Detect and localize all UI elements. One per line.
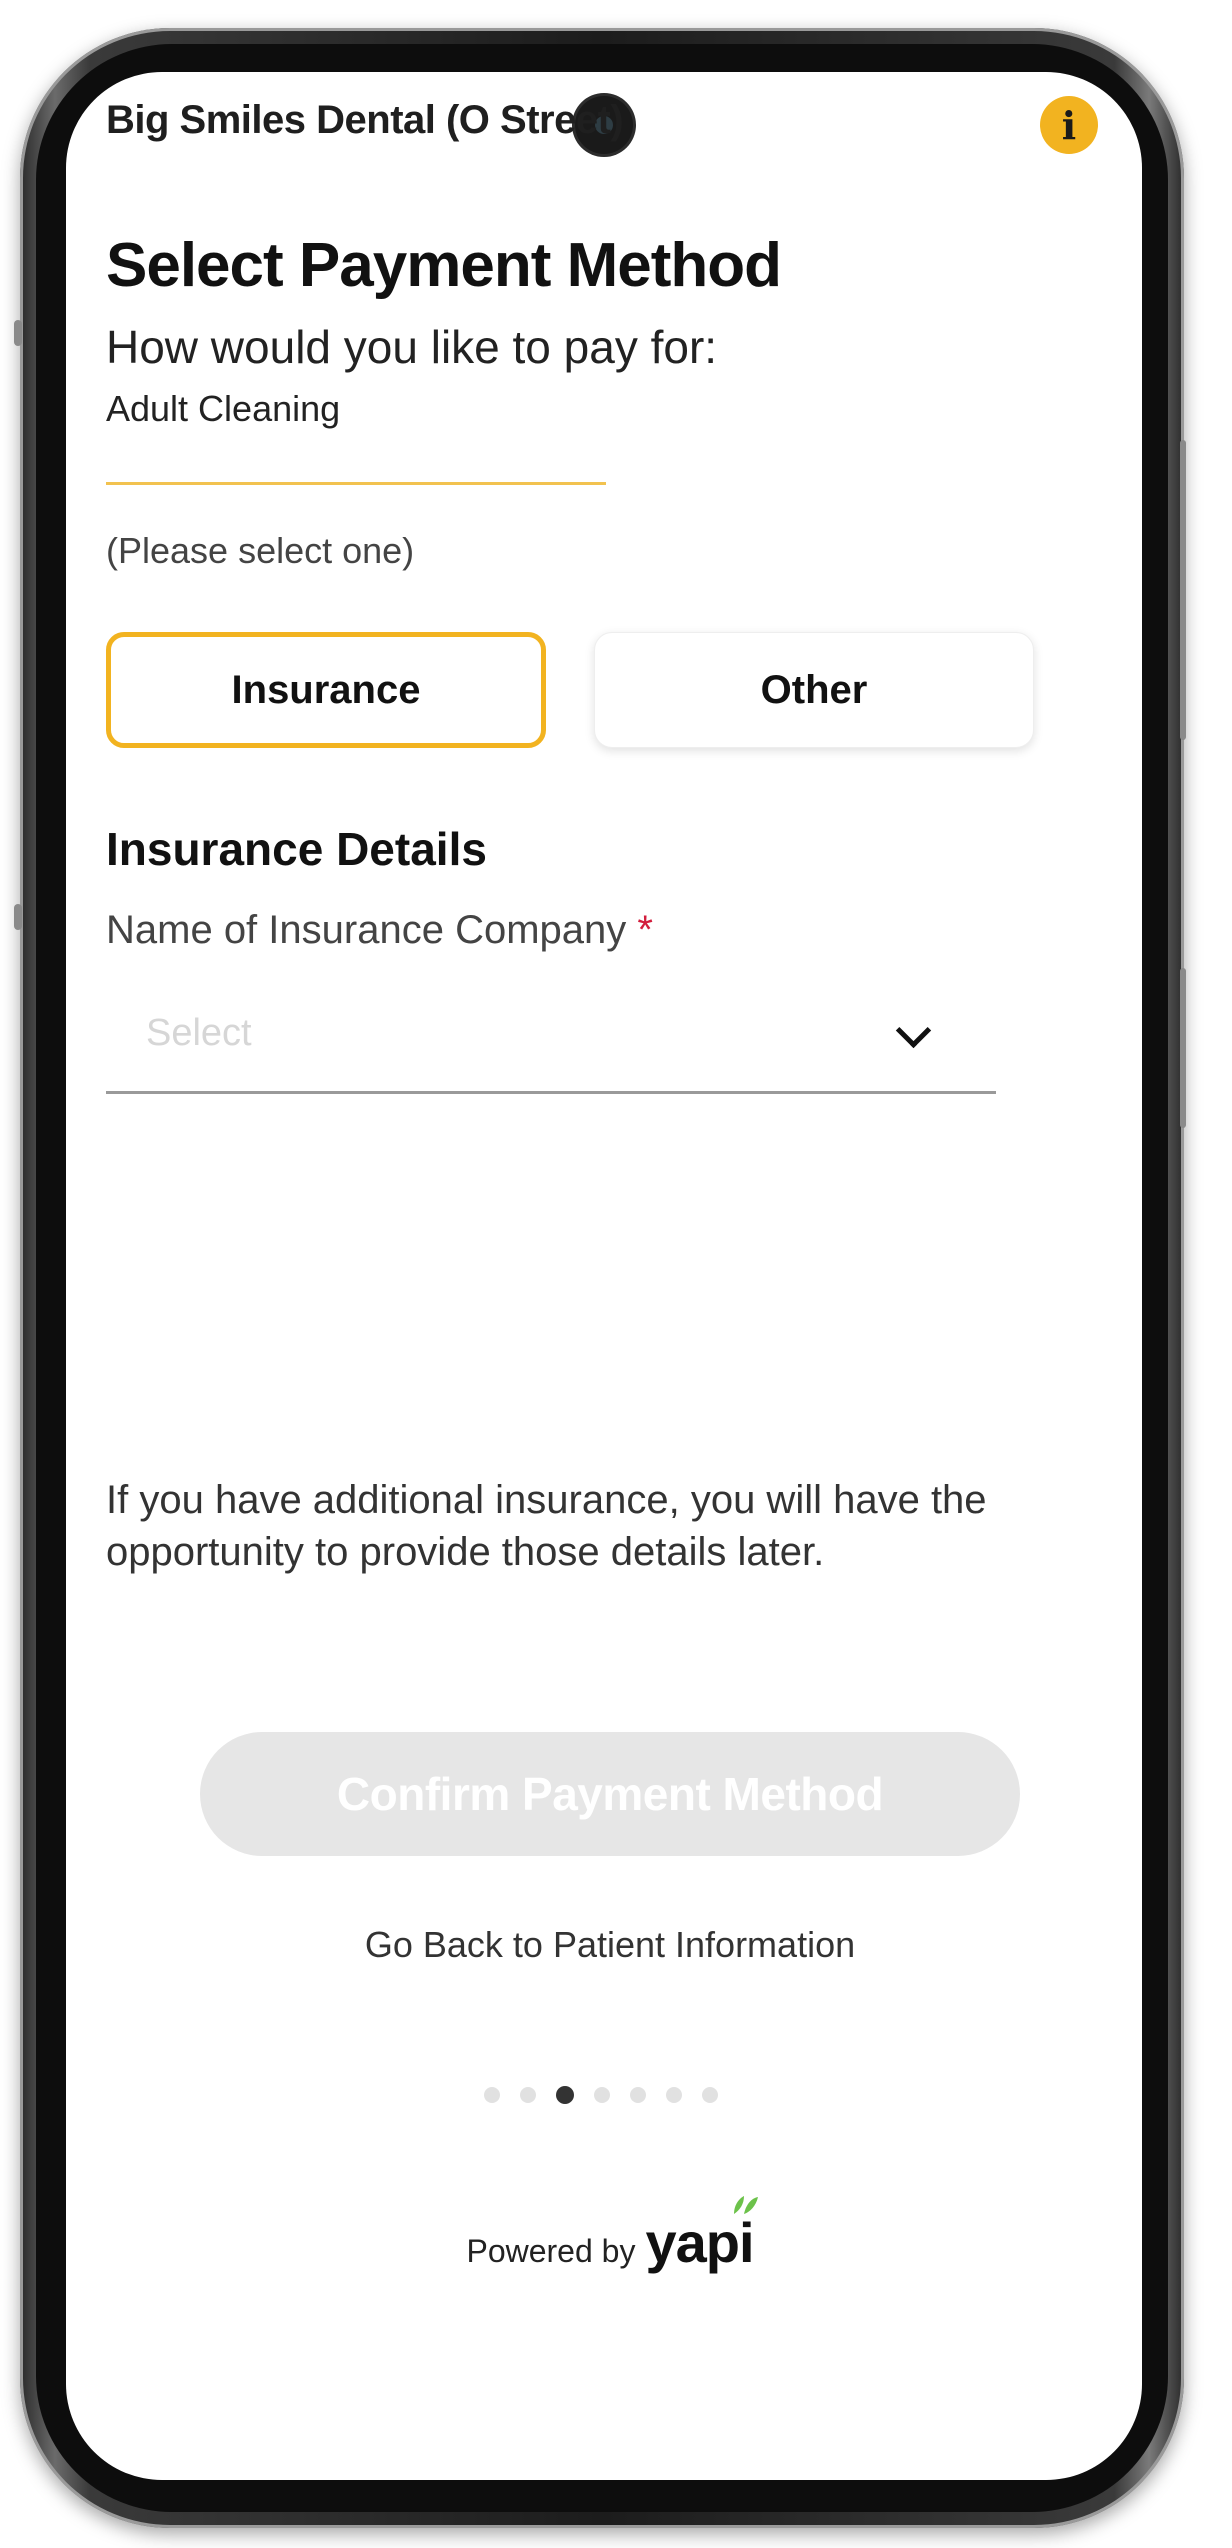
page-subtitle: How would you like to pay for: (106, 321, 718, 373)
chevron-down-icon (895, 1012, 932, 1049)
select-placeholder: Select (146, 1012, 252, 1054)
powered-by: Powered by yapi (66, 2196, 1142, 2275)
confirm-payment-method-button[interactable]: Confirm Payment Method (200, 1732, 1020, 1856)
progress-dot (702, 2087, 718, 2103)
insurance-option-button[interactable]: Insurance (106, 632, 546, 748)
insurance-company-label-text: Name of Insurance Company (106, 908, 627, 952)
info-icon[interactable]: i (1040, 96, 1098, 154)
practice-name: Big Smiles Dental (O Street) (106, 98, 624, 142)
progress-dot (666, 2087, 682, 2103)
insurance-company-label: Name of Insurance Company * (106, 908, 653, 953)
progress-dot (630, 2087, 646, 2103)
required-indicator: * (637, 908, 653, 952)
other-option-button[interactable]: Other (594, 632, 1034, 748)
app-screen: Big Smiles Dental (O Street) i Select Pa… (66, 72, 1142, 2480)
page-title: Select Payment Method (106, 231, 782, 300)
progress-dot-active (556, 2086, 574, 2104)
selection-hint: (Please select one) (106, 530, 415, 571)
divider (106, 482, 606, 485)
progress-dot (520, 2087, 536, 2103)
additional-insurance-note: If you have additional insurance, you wi… (106, 1478, 987, 1574)
volume-down-button (1180, 968, 1186, 1128)
yapi-logo-text: yapi (645, 2211, 754, 2274)
leaf-icon (733, 2196, 758, 2214)
progress-dot (594, 2087, 610, 2103)
left-side-notch-top (14, 320, 22, 346)
left-side-notch-bottom (14, 904, 22, 930)
service-name: Adult Cleaning (106, 388, 341, 429)
volume-up-button (1180, 440, 1186, 740)
powered-by-text: Powered by (466, 2233, 636, 2269)
progress-dot (484, 2087, 500, 2103)
go-back-link[interactable]: Go Back to Patient Information (66, 1924, 1142, 1966)
yapi-logo: yapi (645, 2196, 758, 2275)
insurance-company-select[interactable]: Select (106, 984, 996, 1094)
insurance-details-heading: Insurance Details (106, 823, 487, 875)
progress-dots (484, 2086, 718, 2104)
info-glyph: i (1061, 102, 1077, 148)
